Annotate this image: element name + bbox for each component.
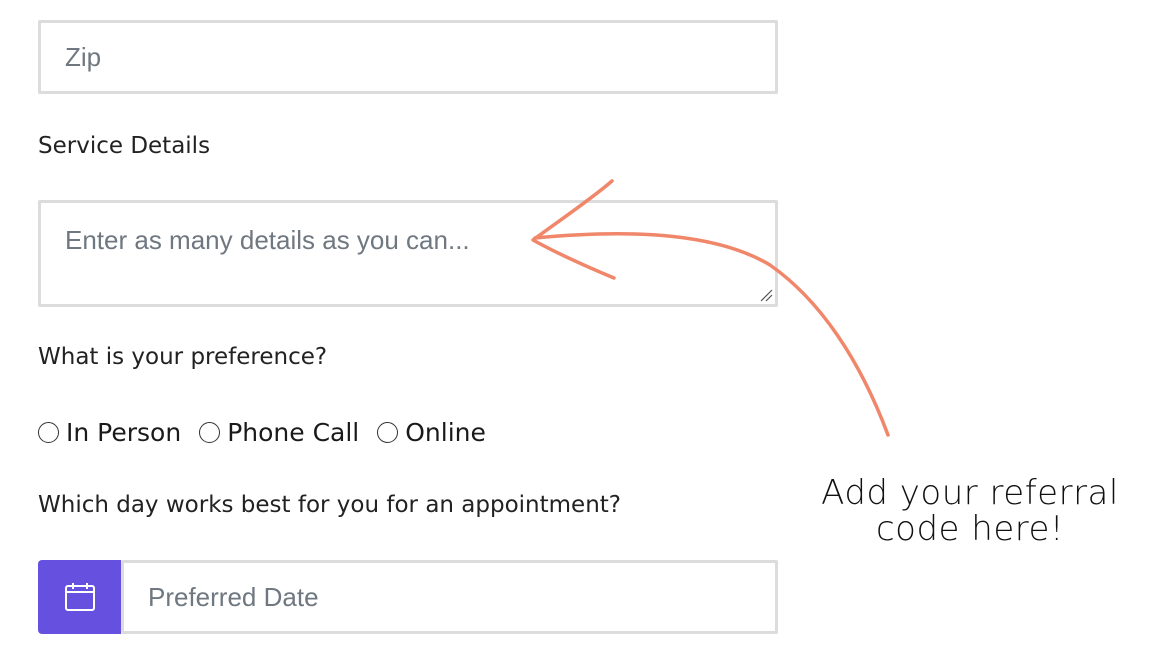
zip-input[interactable]	[41, 23, 775, 91]
preferred-date-wrapper	[121, 560, 778, 634]
radio-phone-call[interactable]: Phone Call	[199, 418, 359, 447]
service-details-wrapper	[38, 200, 778, 307]
appointment-day-label: Which day works best for you for an appo…	[38, 492, 622, 518]
radio-in-person[interactable]: In Person	[38, 418, 181, 447]
preference-radio-group: In Person Phone Call Online	[38, 414, 504, 450]
radio-label: Online	[405, 417, 486, 447]
curved-arrow-icon	[531, 179, 890, 437]
preferred-date-group	[38, 560, 778, 634]
annotation-line-2: code here!	[875, 509, 1065, 549]
radio-circle[interactable]	[377, 421, 399, 443]
form-canvas: Service Details What is your preference?…	[0, 0, 1173, 648]
radio-label: In Person	[66, 417, 182, 447]
annotation-line-1: Add your referral	[821, 473, 1119, 513]
radio-online[interactable]: Online	[377, 418, 486, 447]
service-details-label: Service Details	[38, 133, 211, 159]
radio-circle[interactable]	[199, 421, 221, 443]
preference-label: What is your preference?	[38, 344, 328, 370]
service-details-textarea[interactable]	[41, 203, 775, 304]
referral-annotation: Add your referral code here!	[790, 475, 1150, 547]
calendar-icon	[64, 583, 95, 611]
calendar-button[interactable]	[38, 560, 121, 634]
resize-grip-icon[interactable]	[759, 288, 773, 302]
radio-circle[interactable]	[38, 421, 59, 443]
preferred-date-input[interactable]	[124, 563, 775, 631]
zip-field-wrapper	[38, 20, 778, 94]
radio-label: Phone Call	[227, 417, 360, 447]
